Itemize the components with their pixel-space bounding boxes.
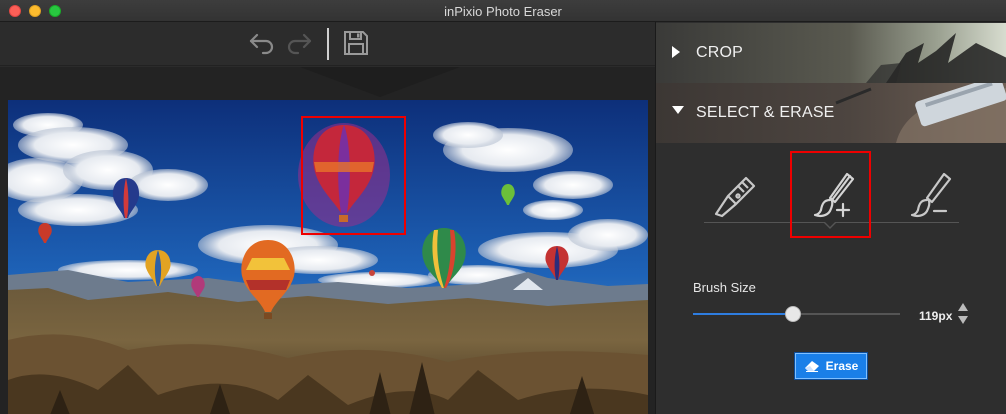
redo-button[interactable] [284,28,314,58]
floppy-disk-icon [344,31,368,55]
window-title: inPixio Photo Eraser [444,4,562,19]
erase-button-label: Erase [825,359,859,373]
brush-size-stepper[interactable] [958,303,968,327]
toolbar-separator [327,28,329,60]
select-erase-section-label: SELECT & ERASE [696,104,835,121]
brush-remove-tool-button[interactable] [899,166,959,226]
undo-arrow-icon [249,33,274,55]
save-button[interactable] [341,28,371,58]
crop-section-label: CROP [696,44,744,61]
selection-highlight-box [301,116,406,235]
right-panel: CROP SELECT & ERASE Brush Size 119px Era… [655,22,1006,414]
erase-button[interactable]: Erase [794,352,868,380]
canvas-area [0,67,655,414]
app-window: inPixio Photo Eraser CROP SELECT & ERASE… [0,0,1006,414]
eraser-icon [804,361,819,372]
slider-fill [693,313,793,315]
stepper-up-icon[interactable] [958,303,968,311]
cutter-tool-button[interactable] [704,166,764,226]
brush-size-value: 119px [919,309,953,323]
brush-size-label: Brush Size [693,280,756,295]
title-bar: inPixio Photo Eraser [0,0,1006,22]
tool-highlight-box [790,151,871,238]
crop-section-header[interactable]: CROP [656,23,1006,83]
redo-arrow-icon [287,33,312,55]
brush-minus-icon [910,172,952,218]
chevron-down-icon [672,106,684,114]
stepper-down-icon[interactable] [958,316,968,324]
chevron-right-icon [672,46,680,58]
select-erase-section-header[interactable]: SELECT & ERASE [656,83,1006,143]
slider-thumb[interactable] [785,306,801,322]
toolbar [0,22,655,66]
undo-button[interactable] [247,28,277,58]
brush-size-slider[interactable] [693,306,900,322]
utility-knife-icon [714,176,756,218]
